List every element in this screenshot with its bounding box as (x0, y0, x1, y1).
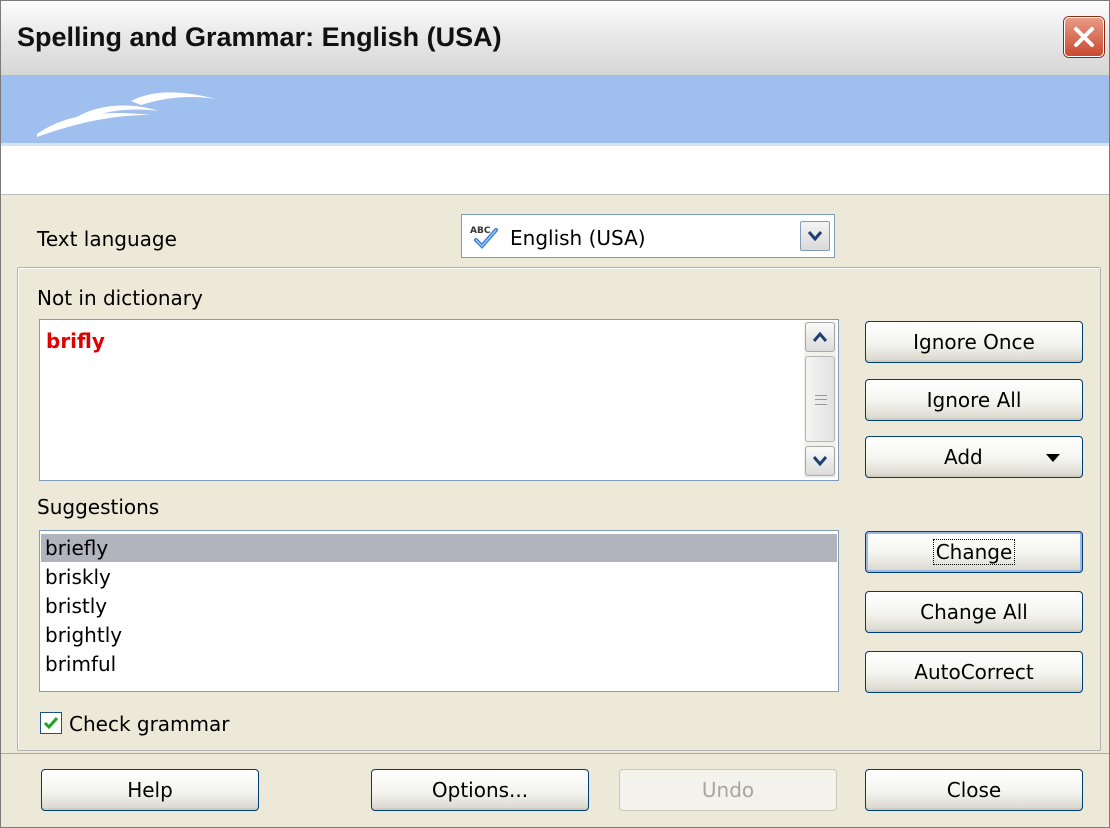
chevron-up-icon (812, 331, 828, 342)
check-grammar-checkbox[interactable] (40, 712, 62, 734)
vertical-scrollbar[interactable] (804, 322, 836, 478)
text-language-label: Text language (37, 227, 177, 251)
undo-button[interactable]: Undo (619, 769, 837, 811)
suggestion-item[interactable]: briskly (41, 563, 837, 591)
close-window-button[interactable] (1064, 17, 1104, 57)
suggestion-item[interactable]: bristly (41, 592, 837, 620)
check-grammar-label: Check grammar (69, 712, 230, 736)
spellcheck-abc-icon: ABC (470, 226, 498, 249)
change-button[interactable]: Change (865, 531, 1083, 573)
dialog-title: Spelling and Grammar: English (USA) (17, 22, 502, 52)
chevron-down-icon (807, 231, 823, 242)
scroll-down-button[interactable] (805, 446, 835, 476)
suggestion-item[interactable]: briefly (41, 534, 837, 562)
help-button[interactable]: Help (41, 769, 259, 811)
dropdown-arrow-icon (1046, 454, 1060, 462)
ignore-once-button[interactable]: Ignore Once (865, 321, 1083, 363)
language-dropdown-button[interactable] (800, 221, 830, 251)
header-info-area (1, 146, 1109, 195)
scroll-up-button[interactable] (805, 322, 835, 352)
text-language-value: English (USA) (510, 226, 646, 250)
checkmark-icon (43, 717, 59, 730)
suggestions-label: Suggestions (37, 495, 160, 519)
misspelled-word: brifly (46, 329, 105, 353)
close-icon (1074, 27, 1094, 47)
options-button[interactable]: Options... (371, 769, 589, 811)
autocorrect-button[interactable]: AutoCorrect (865, 651, 1083, 693)
title-bar[interactable]: Spelling and Grammar: English (USA) (1, 1, 1109, 76)
change-all-button[interactable]: Change All (865, 591, 1083, 633)
text-language-select[interactable]: ABC English (USA) (461, 214, 835, 258)
not-in-dictionary-textbox[interactable]: brifly (39, 319, 839, 481)
not-in-dictionary-label: Not in dictionary (37, 286, 203, 310)
suggestion-item[interactable]: brimful (41, 650, 837, 678)
seagulls-logo-icon (37, 92, 216, 137)
ignore-all-button[interactable]: Ignore All (865, 379, 1083, 421)
spelling-grammar-dialog: Spelling and Grammar: English (USA) Text… (0, 0, 1110, 828)
chevron-down-icon (812, 456, 828, 467)
suggestion-item[interactable]: brightly (41, 621, 837, 649)
scroll-thumb[interactable] (805, 356, 835, 442)
suggestions-list[interactable]: briefly briskly bristly brightly brimful (39, 530, 839, 692)
close-button[interactable]: Close (865, 769, 1083, 811)
svg-text:ABC: ABC (470, 226, 491, 236)
add-button[interactable]: Add (865, 436, 1083, 478)
